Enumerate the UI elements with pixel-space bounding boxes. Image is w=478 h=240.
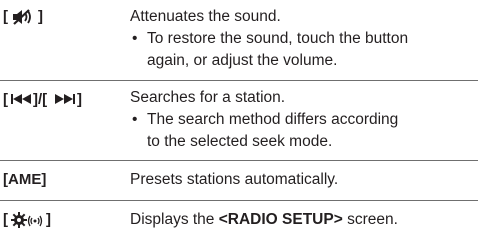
svg-text:[: [ xyxy=(3,91,8,108)
table-row-radio-setup: [] Displays the <RADIO SETUP> screen. xyxy=(0,201,478,240)
radio-setup-description: Displays the <RADIO SETUP> screen. xyxy=(130,209,476,231)
table-row-seek: [ ]/[ ] Searches for a station. • The se… xyxy=(0,81,478,159)
bullet-text-line2: again, or adjust the volume. xyxy=(147,52,338,69)
bullet-text-line2: to the selected seek mode. xyxy=(147,133,333,150)
seek-key: [ ]/[ ] xyxy=(3,87,127,109)
description-text: Searches for a station. xyxy=(130,89,286,106)
bullet-text-line1: To restore the sound, touch the button xyxy=(147,30,409,47)
ame-key: [AME] xyxy=(3,171,47,188)
svg-text:]: ] xyxy=(77,91,82,108)
bracket-close: ] xyxy=(38,8,43,25)
radio-setup-screen-name: <RADIO SETUP> xyxy=(218,211,343,228)
bullet-item: • The search method differs according to… xyxy=(130,109,476,153)
bullet-dot: • xyxy=(132,111,138,128)
bracket-open: [ xyxy=(3,8,8,25)
instruction-table: [ ] Attenuates the sound. • To restore t… xyxy=(0,0,478,240)
seek-description: Searches for a station. • The search met… xyxy=(130,87,476,153)
description-text: Presets stations automatically. xyxy=(130,171,339,188)
mute-speaker-icon xyxy=(11,6,35,28)
description-prefix: Displays the xyxy=(130,211,219,228)
description-text: Attenuates the sound. xyxy=(130,8,281,25)
mute-key: [ ] xyxy=(3,6,43,28)
bracket-open: [ xyxy=(3,211,8,228)
table-row-ame: [AME] Presets stations automatically. xyxy=(0,161,478,199)
svg-text:]/[: ]/[ xyxy=(33,91,47,108)
radio-setup-key: [] xyxy=(3,209,51,231)
bullet-text-line1: The search method differs according xyxy=(147,111,399,128)
ame-description: Presets stations automatically. xyxy=(130,169,476,191)
mute-description: Attenuates the sound. • To restore the s… xyxy=(130,6,476,72)
seek-icons: [ ]/[ ] xyxy=(3,87,127,109)
bullet-item: • To restore the sound, touch the button… xyxy=(130,28,476,72)
bullet-dot: • xyxy=(132,30,138,47)
radio-setup-gear-icon xyxy=(11,209,43,231)
description-suffix: screen. xyxy=(342,211,398,228)
table-row-mute: [ ] Attenuates the sound. • To restore t… xyxy=(0,0,478,79)
bracket-close: ] xyxy=(46,211,51,228)
